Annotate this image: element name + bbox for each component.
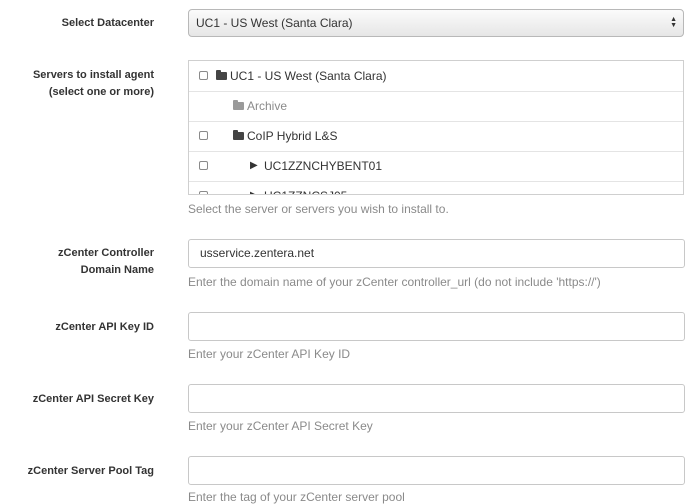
datacenter-select[interactable]: UC1 - US West (Santa Clara) ▲ ▼ (188, 9, 684, 37)
tree-item-label: Archive (247, 99, 288, 113)
controller-domain-input[interactable]: usservice.zentera.net (188, 239, 685, 268)
folder-icon (233, 130, 244, 140)
tree-row-datacenter[interactable]: UC1 - US West (Santa Clara) (189, 61, 683, 92)
tree-item-label: UC1 - US West (Santa Clara) (230, 69, 387, 83)
tree-item-label: UC1ZZNCHYBENT01 (264, 159, 383, 173)
checkbox[interactable] (199, 131, 208, 140)
server-tree[interactable]: UC1 - US West (Santa Clara) Archive CoIP… (188, 60, 684, 195)
expand-triangle-icon[interactable]: ▶ (250, 181, 258, 194)
tree-row-server-1[interactable]: ▶ UC1ZZNCHYBENT01 (189, 151, 683, 182)
expand-triangle-icon[interactable]: ▶ (250, 151, 258, 181)
pool-tag-label: zCenter Server Pool Tag (27, 465, 154, 477)
tree-item-label: CoIP Hybrid L&S (247, 129, 338, 143)
api-secret-help: Enter your zCenter API Secret Key (188, 419, 373, 433)
checkbox[interactable] (199, 191, 208, 194)
controller-label-line1: zCenter Controller (58, 247, 154, 259)
tree-row-coip[interactable]: CoIP Hybrid L&S (189, 121, 683, 152)
controller-help: Enter the domain name of your zCenter co… (188, 275, 601, 289)
folder-icon (233, 100, 244, 110)
datacenter-label: Select Datacenter (61, 17, 154, 29)
tree-row-server-2[interactable]: ▶ UC1ZZNCSJ05 (189, 181, 683, 194)
servers-label: Servers to install agent (select one or … (33, 67, 154, 101)
controller-label: zCenter Controller Domain Name (58, 245, 154, 279)
select-arrows-icon: ▲ ▼ (670, 16, 677, 29)
api-secret-label: zCenter API Secret Key (32, 393, 154, 405)
checkbox[interactable] (199, 161, 208, 170)
servers-help: Select the server or servers you wish to… (188, 202, 449, 216)
servers-label-line1: Servers to install agent (32, 69, 154, 81)
folder-icon (216, 70, 227, 80)
tree-row-archive: Archive (189, 91, 683, 122)
api-secret-input[interactable] (188, 384, 685, 413)
checkbox[interactable] (199, 71, 208, 80)
tree-item-label: UC1ZZNCSJ05 (264, 181, 347, 194)
api-key-label: zCenter API Key ID (55, 321, 154, 333)
datacenter-selected-value: UC1 - US West (Santa Clara) (196, 16, 353, 30)
pool-tag-input[interactable] (188, 456, 685, 485)
controller-label-line2: Domain Name (80, 264, 154, 276)
api-key-input[interactable] (188, 312, 685, 341)
api-key-help: Enter your zCenter API Key ID (188, 347, 351, 361)
servers-label-line2: (select one or more) (48, 86, 154, 98)
